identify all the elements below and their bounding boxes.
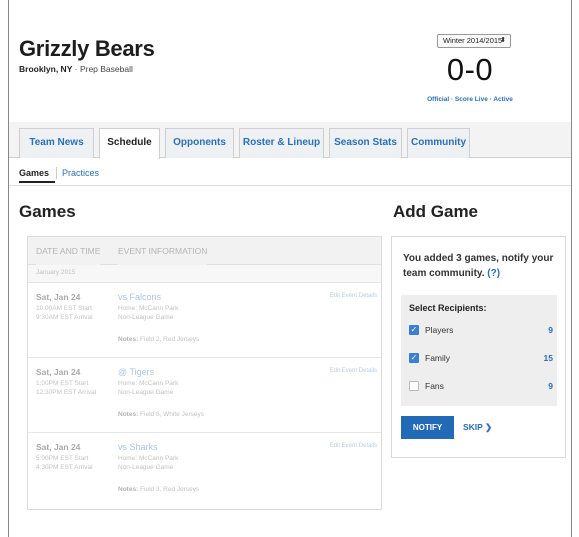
recipient-players[interactable]: ✓ Players 9 — [409, 324, 553, 338]
game-notes: Notes: Field 6, White Jerseys — [118, 411, 204, 418]
team-subtitle: Brooklyn, NY · Prep Baseball — [19, 64, 133, 74]
recipients-panel: Select Recipients: ✓ Players 9 ✓ Family … — [401, 295, 557, 406]
edit-event-link[interactable]: Edit Event Details — [330, 368, 377, 374]
season-value: Winter 2014/2015 — [443, 36, 503, 45]
notes-text: Field 2, Red Jerseys — [140, 336, 200, 343]
game-date: Sat, Jan 24 — [36, 442, 81, 452]
notes-label: Notes: — [118, 411, 139, 418]
column-event-information: EVENT INFORMATION — [118, 237, 208, 265]
tab-opponents[interactable]: Opponents — [165, 128, 234, 158]
season-record: 0-0 — [446, 52, 494, 87]
team-status[interactable]: Official · Score Live · Active — [400, 96, 540, 103]
notes-label: Notes: — [118, 336, 139, 343]
checkbox-checked-icon[interactable]: ✓ — [409, 353, 419, 363]
recipient-count: 9 — [548, 381, 553, 391]
game-opponent-link[interactable]: vs Sharks — [118, 442, 158, 452]
recipients-title: Select Recipients: — [409, 303, 487, 313]
game-location: Home: McCann Park — [118, 380, 179, 387]
game-date: Sat, Jan 24 — [36, 367, 81, 377]
game-notes: Notes: Field 3, Red Jerseys — [118, 486, 199, 493]
tab-roster-lineup[interactable]: Roster & Lineup — [239, 128, 324, 158]
tab-community[interactable]: Community — [407, 128, 470, 158]
game-type: Non-League Game — [118, 464, 174, 471]
subnav-active-indicator — [19, 181, 55, 183]
game-type: Non-League Game — [118, 314, 174, 321]
subnav-divider — [56, 167, 57, 179]
game-location: Home: McCann Park — [118, 305, 179, 312]
edit-event-link[interactable]: Edit Event Details — [330, 293, 377, 299]
subnav-practices[interactable]: Practices — [62, 168, 99, 178]
recipient-label: Fans — [425, 381, 444, 391]
game-location: Home: McCann Park — [118, 455, 179, 462]
notes-label: Notes: — [118, 486, 139, 493]
edit-event-link[interactable]: Edit Event Details — [330, 443, 377, 449]
team-division: Prep Baseball — [79, 64, 133, 74]
column-date-time: DATE AND TIME — [36, 237, 101, 265]
checkbox-unchecked-icon[interactable] — [409, 381, 419, 391]
games-heading: Games — [19, 202, 76, 221]
recipient-label: Family — [425, 353, 451, 363]
team-location: Brooklyn, NY — [19, 64, 73, 74]
tab-schedule[interactable]: Schedule — [99, 128, 160, 159]
checkbox-checked-icon[interactable]: ✓ — [409, 325, 419, 335]
game-notes: Notes: Field 2, Red Jerseys — [118, 336, 199, 343]
table-row: Sat, Jan 24 5:00PM EST Start 4:30PM EST … — [28, 434, 381, 508]
notes-text: Field 3, Red Jerseys — [140, 486, 200, 493]
notify-message: You added 3 games, notify your team comm… — [403, 251, 561, 281]
recipient-family[interactable]: ✓ Family 15 — [409, 352, 553, 366]
team-name: Grizzly Bears — [19, 36, 155, 61]
games-table: DATE AND TIME EVENT INFORMATION January … — [27, 236, 382, 510]
notify-message-text: You added 3 games, notify your team comm… — [403, 253, 554, 279]
add-game-heading: Add Game — [393, 202, 479, 221]
table-row: Sat, Jan 24 1:00PM EST Start 12:30PM EST… — [28, 359, 381, 433]
subnav-games[interactable]: Games — [19, 168, 49, 178]
game-arrival-time: 4:30PM EST Arrival — [36, 464, 93, 471]
notes-text: Field 6, White Jerseys — [140, 411, 204, 418]
table-row: Sat, Jan 24 10:00AM EST Start 9:30AM EST… — [28, 284, 381, 358]
game-start-time: 10:00AM EST Start — [36, 305, 92, 312]
game-type: Non-League Game — [118, 389, 174, 396]
tab-season-stats[interactable]: Season Stats — [329, 128, 402, 158]
add-game-panel: You added 3 games, notify your team comm… — [391, 236, 566, 458]
game-date: Sat, Jan 24 — [36, 292, 81, 302]
tab-team-news[interactable]: Team News — [19, 128, 94, 158]
game-start-time: 1:00PM EST Start — [36, 380, 89, 387]
help-icon[interactable]: (?) — [487, 268, 500, 279]
game-arrival-time: 12:30PM EST Arrival — [36, 389, 97, 396]
season-select[interactable]: Winter 2014/2015 ⬍ — [437, 34, 511, 48]
game-arrival-time: 9:30AM EST Arrival — [36, 314, 93, 321]
recipient-label: Players — [425, 325, 454, 335]
game-start-time: 5:00PM EST Start — [36, 455, 89, 462]
select-caret-icon: ⬍ — [500, 37, 506, 44]
game-opponent-link[interactable]: @ Tigers — [118, 367, 154, 377]
month-label: January 2015 — [36, 269, 76, 276]
team-separator: · — [72, 64, 80, 74]
month-group-row: January 2015 — [28, 265, 381, 283]
game-opponent-link[interactable]: vs Falcons — [118, 292, 161, 302]
recipient-count: 15 — [543, 353, 553, 363]
notify-button[interactable]: NOTIFY — [401, 416, 454, 439]
recipient-fans[interactable]: Fans 9 — [409, 380, 553, 394]
recipient-count: 9 — [548, 325, 553, 335]
skip-link[interactable]: SKIP ❯ — [463, 422, 492, 433]
subnav-divider-line — [9, 185, 571, 186]
